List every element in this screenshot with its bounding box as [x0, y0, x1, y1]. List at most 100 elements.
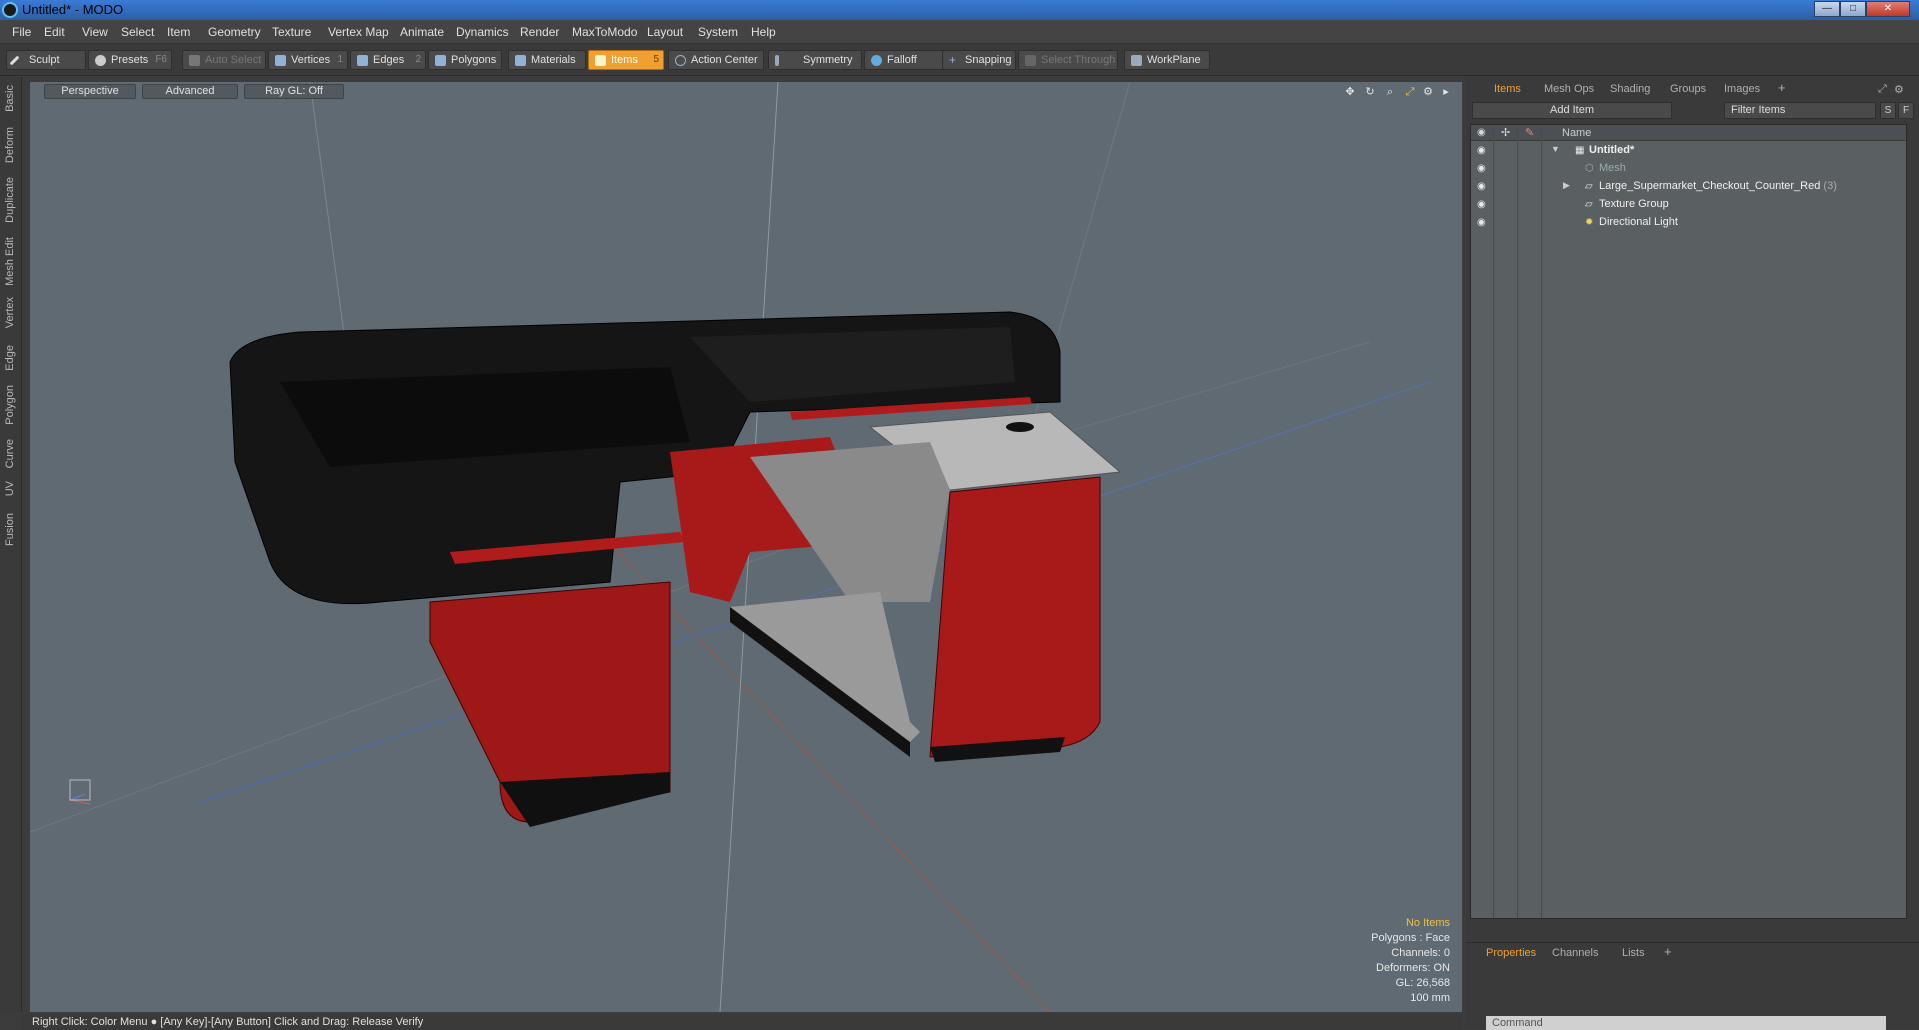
tab-basic[interactable]: Basic: [4, 85, 16, 112]
materials-button[interactable]: Materials: [508, 50, 586, 70]
polygons-button[interactable]: Polygons: [428, 50, 502, 70]
menu-animate[interactable]: Animate: [400, 25, 444, 39]
f-button[interactable]: F: [1898, 102, 1914, 119]
render-column-icon: ✎: [1525, 127, 1535, 139]
tab-polygon[interactable]: Polygon: [4, 385, 16, 425]
add-tab-icon[interactable]: +: [1778, 80, 1786, 95]
filter-items-input[interactable]: Filter Items: [1724, 102, 1876, 119]
close-button[interactable]: ✕: [1866, 1, 1910, 17]
tab-channels[interactable]: Channels: [1552, 947, 1598, 959]
pan-icon[interactable]: ✥: [1344, 86, 1356, 98]
tab-vertex[interactable]: Vertex: [4, 297, 16, 328]
command-input[interactable]: Command: [1486, 1016, 1886, 1030]
chevron-right-icon[interactable]: ▸: [1440, 86, 1452, 98]
tab-groups[interactable]: Groups: [1670, 83, 1706, 95]
eye-icon[interactable]: ◉: [1477, 163, 1489, 174]
modo-app: Untitled* - MODO — □ ✕ File Edit View Se…: [0, 0, 1919, 1030]
tree-row-scene[interactable]: ◉ ▼ ▦ Untitled*: [1471, 142, 1906, 160]
shading-dropdown[interactable]: Advanced: [142, 84, 238, 99]
add-tab-icon[interactable]: +: [1664, 944, 1672, 959]
eye-icon[interactable]: ◉: [1477, 217, 1489, 228]
items-button[interactable]: Items 5: [588, 50, 664, 70]
s-button[interactable]: S: [1880, 102, 1896, 119]
snapping-button[interactable]: + Snapping: [942, 50, 1016, 70]
edges-button[interactable]: Edges 2: [350, 50, 426, 70]
eye-icon[interactable]: ◉: [1477, 181, 1489, 192]
tab-shading[interactable]: Shading: [1610, 83, 1650, 95]
column-divider: [1541, 125, 1542, 918]
maximize-view-icon[interactable]: ⤢: [1404, 86, 1416, 98]
menu-render[interactable]: Render: [520, 25, 559, 39]
tab-duplicate[interactable]: Duplicate: [4, 177, 16, 223]
menu-geometry[interactable]: Geometry: [208, 25, 261, 39]
menu-help[interactable]: Help: [751, 25, 776, 39]
tab-deform[interactable]: Deform: [4, 127, 16, 163]
expand-toggle[interactable]: ▶: [1563, 180, 1570, 191]
tree-row-texture-group[interactable]: ◉ ▱ Texture Group: [1471, 196, 1906, 214]
menu-item[interactable]: Item: [167, 25, 190, 39]
tab-properties[interactable]: Properties: [1486, 947, 1536, 959]
viewport-header: Perspective Advanced Ray GL: Off ✥ ↻ ⌕ ⤢…: [30, 82, 1462, 102]
add-item-dropdown[interactable]: Add Item: [1472, 102, 1672, 119]
tab-curve[interactable]: Curve: [4, 439, 16, 468]
stats-polygons: Polygons : Face: [1371, 932, 1450, 944]
vertices-button[interactable]: Vertices 1: [268, 50, 348, 70]
tab-uv[interactable]: UV: [4, 481, 16, 496]
auto-select-button[interactable]: Auto Select: [182, 50, 266, 70]
3d-viewport[interactable]: No Items Polygons : Face Channels: 0 Def…: [30, 82, 1462, 1012]
action-center-icon: [675, 55, 686, 66]
menu-texture[interactable]: Texture: [272, 25, 311, 39]
select-through-button[interactable]: Select Through: [1018, 50, 1118, 70]
stats-deformers: Deformers: ON: [1376, 962, 1450, 974]
tab-mesh-ops[interactable]: Mesh Ops: [1544, 83, 1594, 95]
visibility-column-icon: ◉: [1477, 127, 1486, 138]
select-through-icon: [1025, 55, 1036, 66]
presets-icon: [95, 55, 106, 66]
eye-icon[interactable]: ◉: [1477, 199, 1489, 210]
tab-fusion[interactable]: Fusion: [4, 513, 16, 546]
falloff-icon: [871, 55, 882, 66]
menu-view[interactable]: View: [82, 25, 108, 39]
workplane-button[interactable]: WorkPlane: [1124, 50, 1210, 70]
tab-edge[interactable]: Edge: [4, 345, 16, 371]
right-panel: Items Mesh Ops Shading Groups Images + ⤢…: [1466, 77, 1919, 1027]
menu-edit[interactable]: Edit: [44, 25, 65, 39]
tab-mesh-edit[interactable]: Mesh Edit: [4, 237, 16, 286]
menu-select[interactable]: Select: [121, 25, 154, 39]
menu-vertex-map[interactable]: Vertex Map: [328, 25, 389, 39]
tab-items[interactable]: Items: [1494, 83, 1521, 95]
symmetry-button[interactable]: Symmetry: [768, 50, 862, 70]
tree-header: ◉ ✢ ✎ Name: [1471, 125, 1906, 141]
tree-row-directional-light[interactable]: ◉ ✹ Directional Light: [1471, 214, 1906, 232]
menu-maxtomodo[interactable]: MaxToModo: [572, 25, 637, 39]
tab-lists[interactable]: Lists: [1622, 947, 1645, 959]
gear-icon[interactable]: ⚙: [1894, 83, 1904, 96]
shelf-hole: [1006, 422, 1034, 432]
menu-layout[interactable]: Layout: [647, 25, 683, 39]
falloff-button[interactable]: Falloff: [864, 50, 946, 70]
expand-icon[interactable]: ⤢: [1878, 83, 1887, 96]
rotate-icon[interactable]: ↻: [1364, 86, 1376, 98]
tab-images[interactable]: Images: [1724, 83, 1760, 95]
tree-row-mesh[interactable]: ◉ ⬡ Mesh: [1471, 160, 1906, 178]
action-center-button[interactable]: Action Center: [668, 50, 764, 70]
gear-icon[interactable]: ⚙: [1422, 86, 1434, 98]
gizmo-z-axis: [69, 793, 86, 801]
maximize-button[interactable]: □: [1840, 1, 1866, 17]
raygl-dropdown[interactable]: Ray GL: Off: [244, 84, 344, 99]
presets-button[interactable]: Presets F6: [88, 50, 172, 70]
viewport-stats: No Items Polygons : Face Channels: 0 Def…: [1371, 916, 1450, 1006]
zoom-icon[interactable]: ⌕: [1384, 86, 1396, 98]
menu-system[interactable]: System: [698, 25, 738, 39]
stats-selection: No Items: [1405, 917, 1450, 929]
expand-toggle[interactable]: ▼: [1551, 144, 1560, 154]
viewport-scene: [30, 82, 1431, 1012]
tree-row-counter[interactable]: ◉ ▶ ▱ Large_Supermarket_Checkout_Counter…: [1471, 178, 1906, 196]
view-mode-dropdown[interactable]: Perspective: [44, 84, 136, 99]
eye-icon[interactable]: ◉: [1477, 145, 1489, 156]
menu-file[interactable]: File: [12, 25, 31, 39]
brush-icon: [9, 55, 20, 66]
sculpt-button[interactable]: Sculpt: [6, 50, 86, 70]
minimize-button[interactable]: —: [1814, 1, 1840, 17]
menu-dynamics[interactable]: Dynamics: [456, 25, 509, 39]
